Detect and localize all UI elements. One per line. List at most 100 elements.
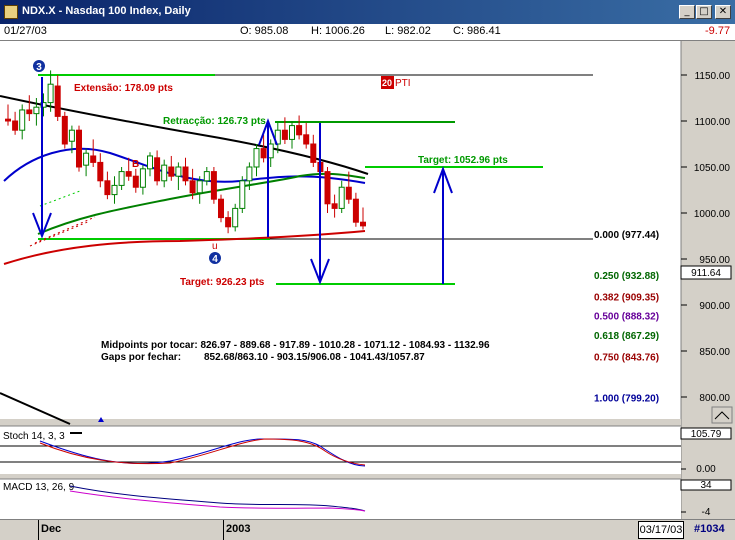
candle-up[interactable] (33, 106, 40, 115)
candle-up[interactable] (83, 152, 90, 166)
pane-splitter-2[interactable] (0, 474, 681, 479)
tick-dec (38, 520, 39, 540)
fib-level-label: 0.750 (843.76) (594, 353, 659, 364)
bar-count: #1034 (694, 523, 725, 535)
candle-down[interactable] (125, 171, 132, 177)
info-open: O: 985.08 (240, 25, 289, 37)
candle-down[interactable] (168, 166, 175, 177)
title-bar[interactable]: NDX.X - Nasdaq 100 Index, Daily _ □ ✕ (0, 0, 735, 24)
candle-up[interactable] (111, 184, 118, 196)
candle-down[interactable] (132, 175, 139, 188)
end-date-box: 03/17/03 (638, 521, 684, 539)
candle-down[interactable] (360, 221, 366, 227)
candle-down[interactable] (331, 203, 338, 209)
candle-down[interactable] (210, 171, 217, 200)
candle-down[interactable] (154, 157, 161, 182)
candle-down[interactable] (61, 115, 68, 145)
price-tick-label: 1100.00 (695, 117, 731, 128)
info-date: 01/27/03 (4, 25, 47, 37)
candle-down[interactable] (90, 155, 97, 163)
candle-down[interactable] (324, 171, 331, 205)
info-close: C: 986.41 (453, 25, 501, 37)
candle-up[interactable] (19, 109, 26, 131)
chart-app-icon[interactable] (4, 5, 18, 19)
candle-up[interactable] (203, 171, 210, 182)
candle-down[interactable] (310, 143, 317, 163)
time-axis-bar[interactable]: Dec 2003 03/17/03 #1034 (0, 519, 735, 540)
candle-down[interactable] (104, 180, 111, 196)
macd-tick-bottom: -4 (702, 507, 711, 518)
window-title: NDX.X - Nasdaq 100 Index, Daily (22, 5, 191, 17)
stoch-plot-bg (0, 426, 681, 474)
candle-up[interactable] (47, 83, 54, 104)
candle-up[interactable] (161, 164, 168, 182)
info-high: H: 1006.26 (311, 25, 365, 37)
close-button[interactable]: ✕ (715, 5, 731, 19)
candle-up[interactable] (239, 180, 246, 209)
fib-level-label: 0.250 (932.88) (594, 271, 659, 282)
candle-up[interactable] (147, 155, 153, 170)
last-price-label: 911.64 (691, 268, 721, 279)
candle-up[interactable] (139, 168, 146, 188)
candle-down[interactable] (260, 148, 267, 159)
wave-4-label: 4 (212, 254, 218, 265)
candle-up[interactable] (196, 180, 203, 194)
candle-down[interactable] (218, 198, 224, 219)
price-info-bar: 01/27/03 O: 985.08 H: 1006.26 L: 982.02 … (0, 24, 735, 41)
fib-level-label: 0.382 (909.35) (594, 292, 659, 303)
minimize-button[interactable]: _ (679, 5, 695, 19)
fib-level-label: 0.000 (977.44) (594, 230, 659, 241)
candle-up[interactable] (118, 171, 125, 186)
midpoints-text: Midpoints por tocar: 826.97 - 889.68 - 9… (101, 340, 490, 351)
candle-down[interactable] (12, 120, 19, 131)
candle-down[interactable] (303, 134, 310, 145)
price-tick-label: 800.00 (699, 393, 730, 404)
price-tick-label: 1150.00 (695, 71, 731, 82)
price-axis (681, 41, 735, 419)
candle-up[interactable] (175, 166, 182, 177)
axis-label-dec: Dec (41, 523, 62, 535)
fib-level-label: 1.000 (799.20) (594, 394, 659, 405)
candle-down[interactable] (345, 186, 352, 200)
gaps-label: Gaps por fechar: (101, 352, 181, 363)
price-tick-label: 950.00 (699, 255, 730, 266)
candle-down[interactable] (352, 198, 359, 223)
candle-up[interactable] (338, 186, 345, 209)
retracement-label: Retracção: 126.73 pts (163, 116, 266, 127)
price-tick-label: 1000.00 (694, 209, 731, 220)
candle-down[interactable] (189, 180, 196, 194)
candle-up[interactable] (289, 125, 295, 140)
chart-svg[interactable]: 3 4 B u Extensão: 178.09 pts 20 PTI Retr… (0, 41, 735, 519)
candle-down[interactable] (296, 125, 303, 136)
candle-up[interactable] (253, 148, 260, 168)
extension-label: Extensão: 178.09 pts (74, 83, 173, 94)
tick-2003 (223, 520, 224, 540)
candle-up[interactable] (232, 207, 239, 228)
candle-up[interactable] (246, 166, 253, 182)
price-tick-label: 850.00 (699, 347, 730, 358)
maximize-button[interactable]: □ (696, 5, 712, 19)
stoch-tick-bottom: 0.00 (696, 464, 716, 475)
candle-down[interactable] (225, 217, 232, 228)
stoch-tick-top: 105.79 (691, 429, 722, 440)
pti-label: PTI (395, 78, 411, 89)
zoom-tool-button[interactable] (711, 406, 733, 424)
axis-label-2003: 2003 (226, 523, 251, 535)
candle-down[interactable] (26, 109, 33, 115)
candle-up[interactable] (68, 129, 75, 142)
chart-area[interactable]: 3 4 B u Extensão: 178.09 pts 20 PTI Retr… (0, 41, 735, 519)
macd-tick-top: 34 (700, 480, 712, 491)
wave-b-label: B (132, 159, 139, 170)
candle-down[interactable] (5, 118, 11, 122)
candle-down[interactable] (97, 161, 104, 182)
gaps-values: 852.68/863.10 - 903.15/906.08 - 1041.43/… (204, 352, 425, 363)
fib-level-label: 0.618 (867.29) (594, 331, 659, 342)
candle-down[interactable] (54, 85, 61, 117)
target-down-label: Target: 926.23 pts (180, 277, 265, 288)
candle-down[interactable] (76, 129, 82, 168)
candle-down[interactable] (281, 129, 288, 140)
target-up-label: Target: 1052.96 pts (418, 155, 508, 166)
candle-down[interactable] (182, 166, 189, 182)
small-u-label: u (212, 241, 218, 252)
macd-label: MACD 13, 26, 9 (3, 482, 75, 493)
